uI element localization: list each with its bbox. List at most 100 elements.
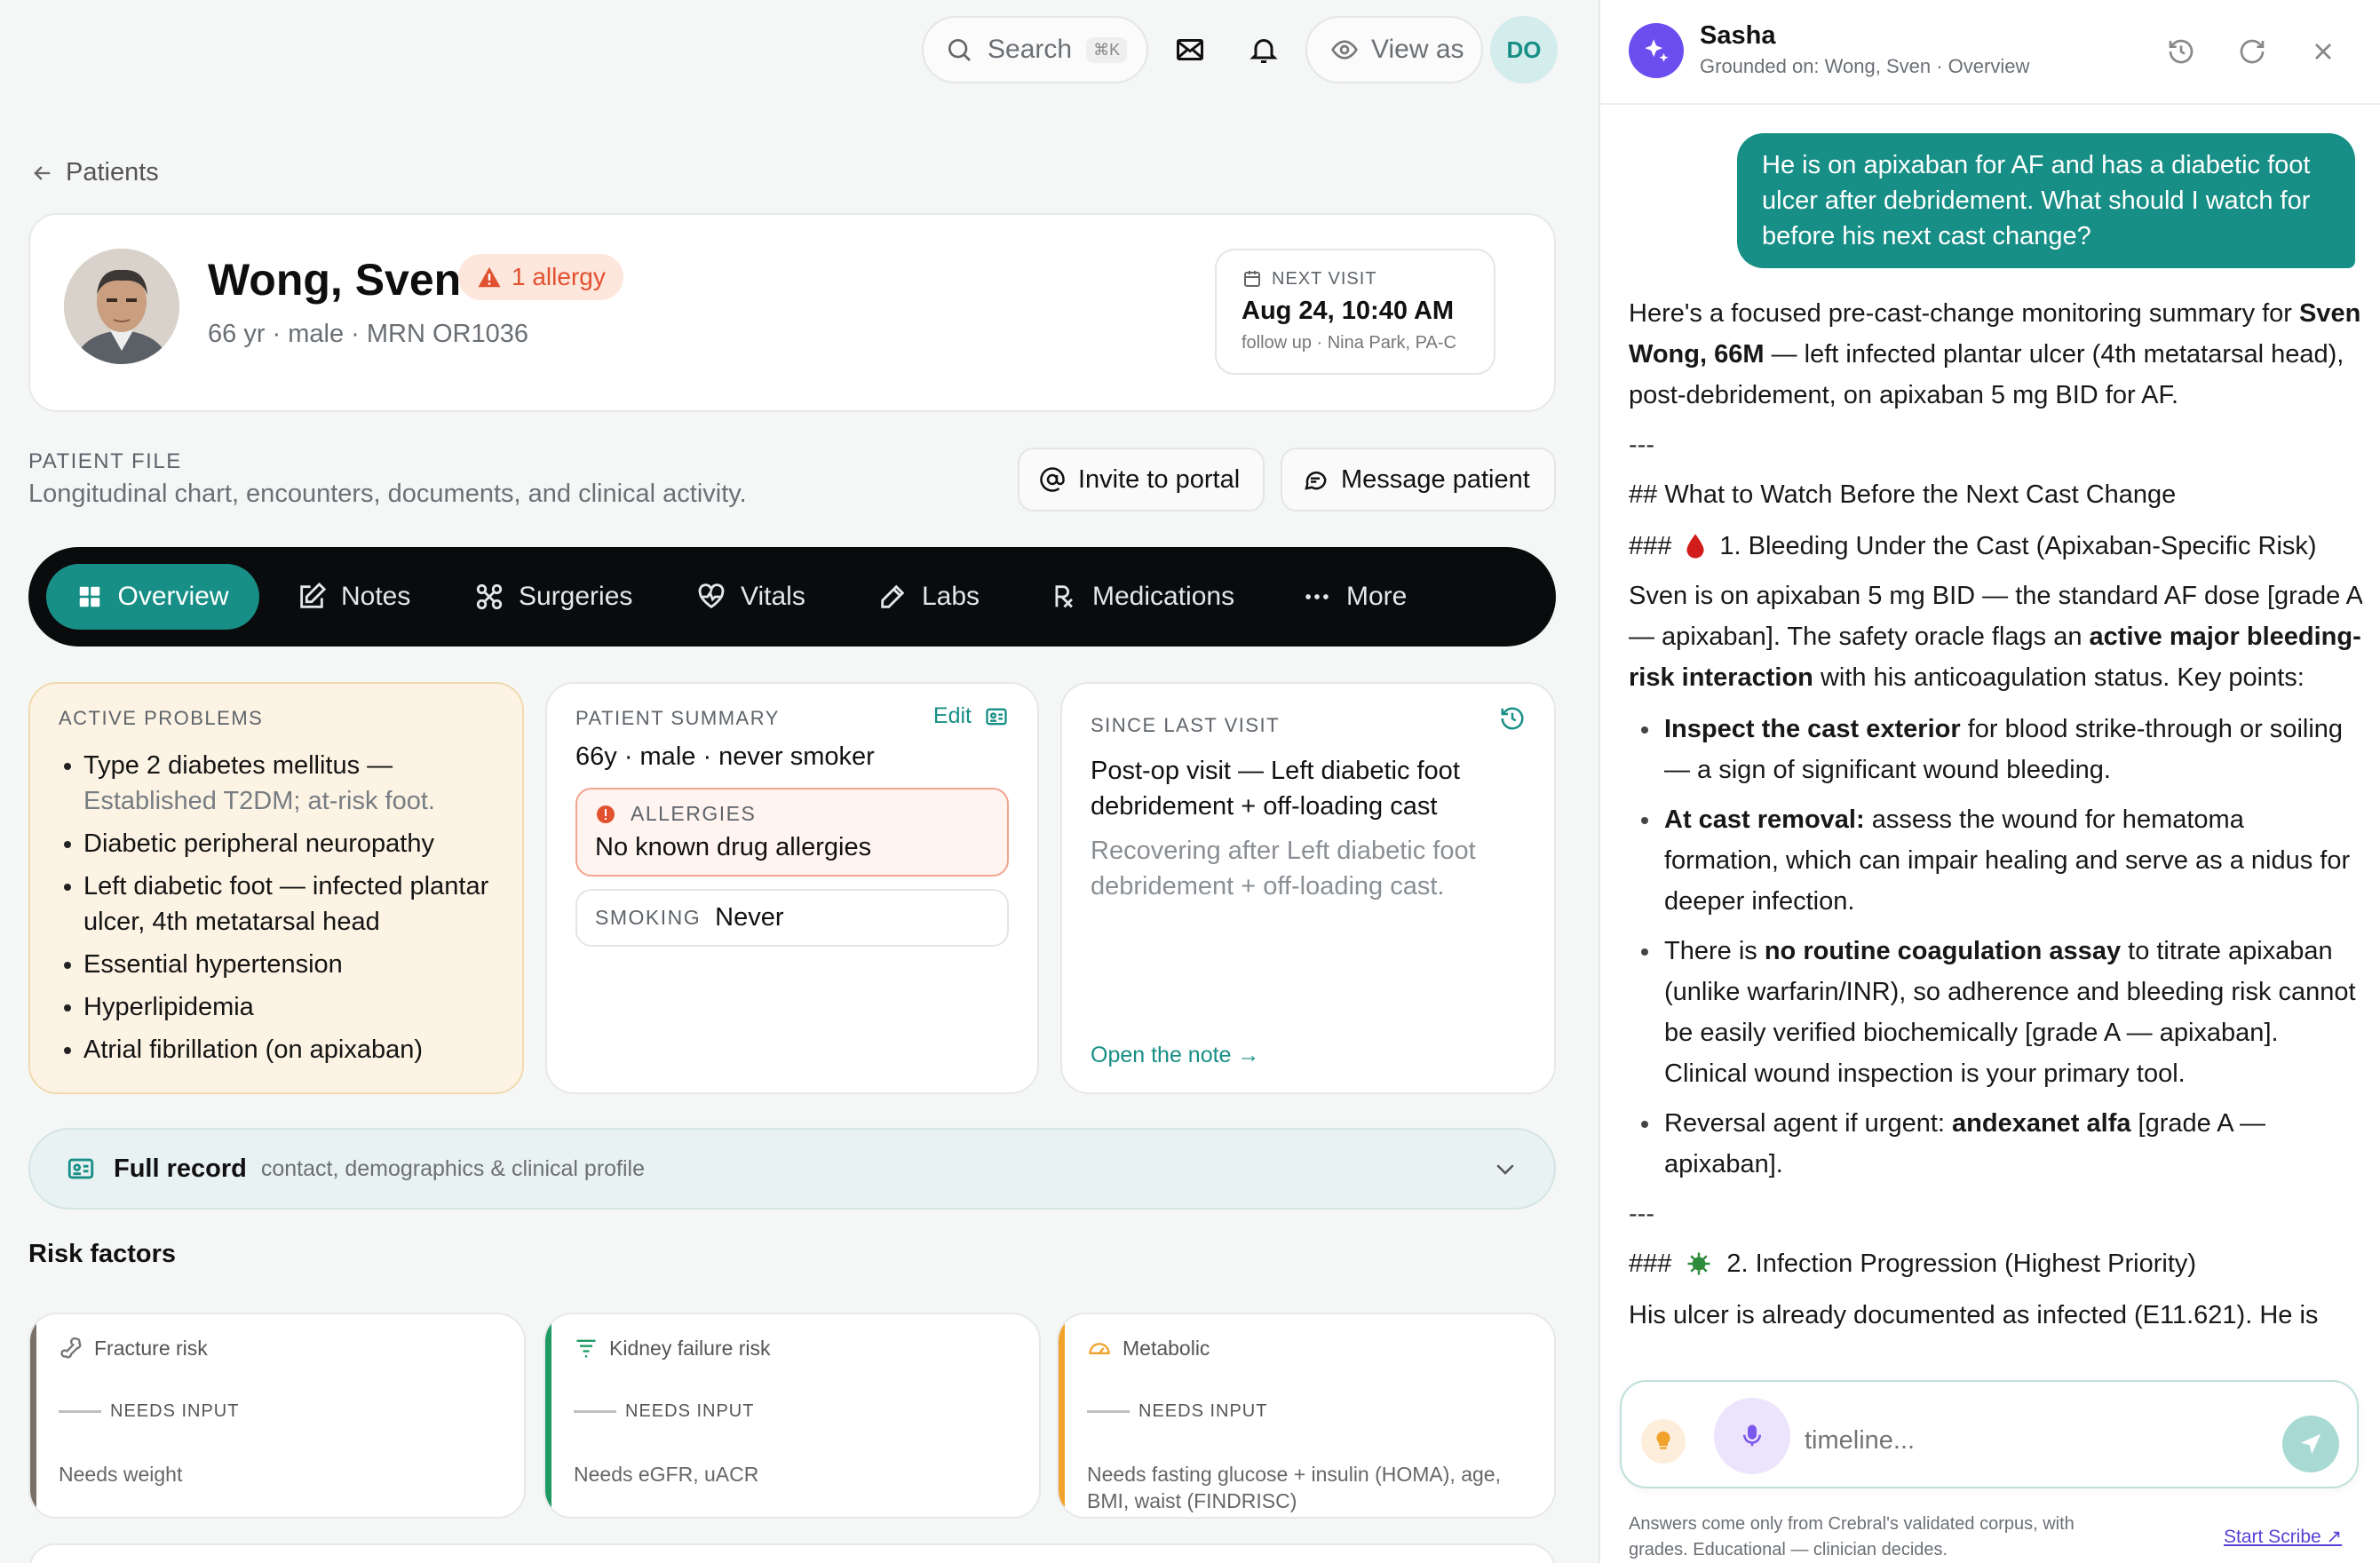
divider-text: ---: [1629, 1200, 1654, 1228]
search-shortcut: ⌘K: [1086, 36, 1128, 63]
tab-surgeries[interactable]: Surgeries: [474, 564, 632, 630]
user-avatar[interactable]: DO: [1490, 16, 1558, 83]
sparkle-icon: [1645, 39, 1669, 62]
patient-header-card: Wong, Sven 1 allergy 66 yr · male · MRN …: [28, 213, 1556, 412]
tab-notes[interactable]: Notes: [297, 564, 410, 630]
search-button[interactable]: Search ⌘K: [922, 16, 1148, 83]
mail-icon: [1177, 39, 1203, 60]
tab-overview-label: Overview: [117, 582, 229, 611]
tab-medications[interactable]: Medications: [1048, 564, 1234, 630]
history-icon[interactable]: [2167, 37, 2195, 66]
summary-edit-button[interactable]: Edit: [933, 703, 1009, 729]
back-to-patients-link[interactable]: Patients: [30, 158, 159, 187]
next-visit-label: NEXT VISIT: [1272, 268, 1377, 289]
risk-card-metabolic[interactable]: Metabolic NEEDS INPUT Needs fasting gluc…: [1057, 1313, 1556, 1519]
ellipsis-icon: [1305, 594, 1329, 599]
list-item: Inspect the cast exterior for blood stri…: [1629, 709, 2362, 790]
chat-input[interactable]: [1805, 1414, 2240, 1467]
start-scribe-link[interactable]: Start Scribe ↗: [2224, 1526, 2342, 1548]
tab-overview[interactable]: Overview: [46, 564, 259, 630]
risk-name: Metabolic: [1123, 1336, 1210, 1360]
bell-icon: [1250, 39, 1278, 63]
at-sign-icon: [1040, 467, 1065, 492]
pipette-icon: [881, 584, 905, 608]
tab-medications-label: Medications: [1092, 582, 1235, 611]
invite-to-portal-button[interactable]: Invite to portal: [1018, 448, 1265, 512]
response-subheading: ### 2. Infection Progression (Highest Pr…: [1629, 1250, 2197, 1278]
gauge-icon: [1089, 1343, 1110, 1354]
since-last-visit-headline: Post-op visit — Left diabetic foot debri…: [1091, 757, 1460, 821]
assistant-response: Here's a focused pre-cast-change monitor…: [1629, 293, 2362, 1352]
patient-summary-card: PATIENT SUMMARY Edit 66y · male · never …: [545, 682, 1039, 1094]
history-icon[interactable]: [1499, 705, 1526, 732]
message-patient-button[interactable]: Message patient: [1281, 448, 1556, 512]
response-bullets: Inspect the cast exterior for blood stri…: [1629, 709, 2362, 1185]
next-visit-detail: follow up · Nina Park, PA-C: [1242, 333, 1456, 353]
tab-surgeries-label: Surgeries: [519, 582, 633, 611]
assistant-header: Sasha Grounded on: Wong, Sven · Overview: [1600, 0, 2380, 105]
message-icon: [1305, 472, 1327, 490]
view-as-button[interactable]: View as: [1305, 16, 1483, 83]
assistant-name: Sasha: [1700, 21, 1776, 50]
risk-name: Kidney failure risk: [609, 1336, 771, 1360]
next-card-peek: [28, 1543, 1556, 1563]
risk-card-kidney[interactable]: Kidney failure risk NEEDS INPUT Needs eG…: [543, 1313, 1041, 1519]
message-label: Message patient: [1341, 464, 1530, 494]
user-message-bubble: He is on apixaban for AF and has a diabe…: [1737, 133, 2355, 268]
view-as-label: View as: [1371, 35, 1464, 64]
response-intro: Here's a focused pre-cast-change monitor…: [1629, 299, 2361, 409]
risk-status: NEEDS INPUT: [59, 1401, 239, 1422]
risk-card-fracture[interactable]: Fracture risk NEEDS INPUT Needs weight: [28, 1313, 526, 1519]
risk-factors-title: Risk factors: [28, 1240, 177, 1268]
assistant-panel: Sasha Grounded on: Wong, Sven · Overview…: [1599, 0, 2380, 1563]
chevron-down-icon: [1496, 1164, 1514, 1175]
microbe-icon: [1687, 1252, 1710, 1275]
patient-name: Wong, Sven: [208, 255, 462, 305]
warning-icon: [478, 266, 501, 288]
search-label: Search: [988, 35, 1073, 64]
full-record-bar[interactable]: Full record contact, demographics & clin…: [28, 1128, 1556, 1210]
chart-tabs: Overview Notes Surgeries Vitals Labs Med…: [28, 547, 1556, 647]
problem-list: Type 2 diabetes mellitus — Established T2…: [59, 748, 494, 1067]
tab-more[interactable]: More: [1302, 564, 1407, 630]
assistant-avatar: [1629, 23, 1684, 78]
search-icon: [948, 39, 971, 61]
smoking-label: SMOKING: [595, 906, 702, 929]
refresh-icon[interactable]: [2238, 37, 2266, 66]
active-problems-title: ACTIVE PROBLEMS: [59, 707, 264, 729]
calendar-icon: [1244, 271, 1260, 287]
send-button[interactable]: [2282, 1416, 2339, 1472]
edit-label: Edit: [932, 703, 972, 728]
mail-button[interactable]: [1163, 23, 1217, 76]
blood-drop-icon: [1686, 534, 1704, 559]
bone-icon: [60, 1337, 82, 1359]
chat-disclaimer: Answers come only from Crebral's validat…: [1629, 1514, 2075, 1559]
since-last-visit-title: SINCE LAST VISIT: [1091, 714, 1281, 736]
voice-input-button[interactable]: [1714, 1398, 1790, 1474]
since-last-visit-body: Recovering after Left diabetic foot debr…: [1091, 837, 1476, 901]
tab-labs-label: Labs: [922, 582, 980, 611]
close-icon[interactable]: [2309, 37, 2337, 66]
list-item: Hyperlipidemia: [59, 989, 494, 1025]
list-item: Essential hypertension: [59, 947, 494, 982]
full-record-subtitle: contact, demographics & clinical profile: [260, 1155, 646, 1181]
arrow-left-icon: [34, 165, 51, 180]
breadcrumb-label: Patients: [66, 158, 159, 186]
notifications-button[interactable]: [1237, 23, 1290, 76]
tab-vitals[interactable]: Vitals: [696, 564, 805, 630]
allergies-value: No known drug allergies: [595, 833, 872, 861]
scissors-icon: [476, 583, 503, 610]
allergies-box: ALLERGIES No known drug allergies: [575, 788, 1009, 877]
summary-line: 66y · male · never smoker: [575, 742, 875, 771]
suggestions-button[interactable]: [1641, 1419, 1686, 1464]
smoking-value: Never: [715, 903, 784, 932]
send-icon: [2300, 1433, 2321, 1455]
patient-file-subtitle: Longitudinal chart, encounters, document…: [28, 480, 747, 508]
tab-notes-label: Notes: [341, 582, 411, 611]
chat-composer: [1620, 1380, 2359, 1488]
allergy-badge[interactable]: 1 allergy: [458, 254, 623, 300]
tab-labs[interactable]: Labs: [877, 564, 980, 630]
next-visit-card[interactable]: NEXT VISIT Aug 24, 10:40 AM follow up · …: [1215, 249, 1495, 375]
open-note-link[interactable]: Open the note →: [1091, 1043, 1259, 1068]
assistant-grounding: Grounded on: Wong, Sven · Overview: [1700, 55, 2030, 77]
